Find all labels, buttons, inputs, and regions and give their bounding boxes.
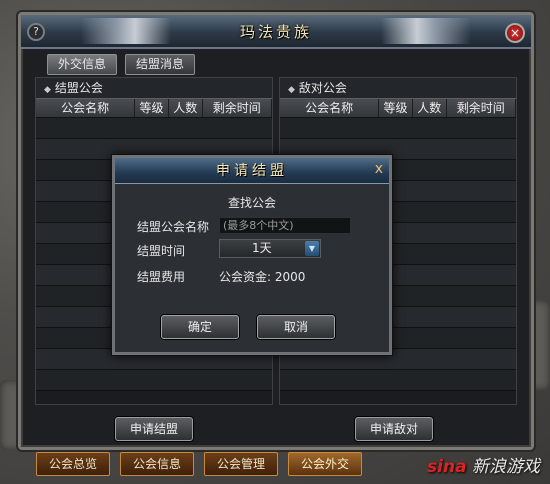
dialog-subtitle: 查找公会	[227, 196, 276, 210]
dialog-titlebar[interactable]: 申请结盟	[115, 158, 389, 184]
apply-enemy-button[interactable]: 申请敌对	[355, 417, 433, 441]
list-item[interactable]	[280, 370, 516, 391]
dialog-close-icon[interactable]: x	[375, 161, 383, 177]
cancel-button[interactable]: 取消	[257, 315, 335, 339]
enemy-table-header: 公会名称 等级 人数 剩余时间	[280, 98, 516, 118]
close-icon[interactable]: ×	[505, 23, 525, 43]
diamond-icon: ◆	[288, 85, 295, 95]
allied-guilds-heading: ◆ 结盟公会	[36, 78, 272, 98]
apply-alliance-dialog: 申请结盟 x 查找公会 结盟公会名称 (最多8个中文) 结盟时间 1天 ▼ 结盟费…	[112, 155, 392, 355]
col-guild-name[interactable]: 公会名称	[280, 99, 380, 117]
tab-diplomacy-info[interactable]: 外交信息	[47, 54, 118, 75]
alliance-fee-value: 公会资金: 2000	[219, 270, 306, 284]
tab-alliance-messages[interactable]: 结盟消息	[125, 54, 196, 75]
col-guild-name[interactable]: 公会名称	[36, 99, 136, 117]
col-remaining-time[interactable]: 剩余时间	[203, 99, 272, 117]
window-title: 玛法贵族	[239, 23, 312, 41]
sina-watermark: sina 新浪游戏	[427, 457, 540, 477]
guild-name-input[interactable]: (最多8个中文)	[219, 217, 351, 234]
confirm-button[interactable]: 确定	[161, 315, 239, 339]
alliance-time-label: 结盟时间	[137, 244, 186, 258]
list-item[interactable]	[36, 370, 272, 391]
window-titlebar[interactable]: ? 玛法贵族 ×	[21, 15, 531, 49]
col-members[interactable]: 人数	[413, 99, 447, 117]
dialog-title: 申请结盟	[216, 163, 288, 179]
guild-name-label: 结盟公会名称	[137, 220, 210, 234]
enemy-guilds-heading: ◆ 敌对公会	[280, 78, 516, 98]
bottom-tab-guild-info[interactable]: 公会信息	[120, 452, 194, 476]
list-item[interactable]	[36, 118, 272, 139]
col-members[interactable]: 人数	[169, 99, 203, 117]
bottom-tab-guild-management[interactable]: 公会管理	[204, 452, 278, 476]
col-remaining-time[interactable]: 剩余时间	[447, 99, 516, 117]
allied-table-header: 公会名称 等级 人数 剩余时间	[36, 98, 272, 118]
alliance-fee-label: 结盟费用	[137, 270, 186, 284]
col-level[interactable]: 等级	[135, 99, 169, 117]
diamond-icon: ◆	[44, 85, 51, 95]
list-item[interactable]	[280, 118, 516, 139]
col-level[interactable]: 等级	[379, 99, 413, 117]
game-screen: ? 玛法贵族 × 外交信息 结盟消息 ◆ 结盟公会 公会名称 等级 人数 剩余时间…	[0, 0, 550, 484]
bottom-tab-guild-overview[interactable]: 公会总览	[36, 452, 110, 476]
apply-alliance-button[interactable]: 申请结盟	[115, 417, 193, 441]
chevron-down-icon[interactable]: ▼	[305, 241, 319, 256]
bottom-tab-guild-diplomacy[interactable]: 公会外交	[288, 452, 362, 476]
alliance-time-select[interactable]: 1天 ▼	[219, 239, 321, 258]
